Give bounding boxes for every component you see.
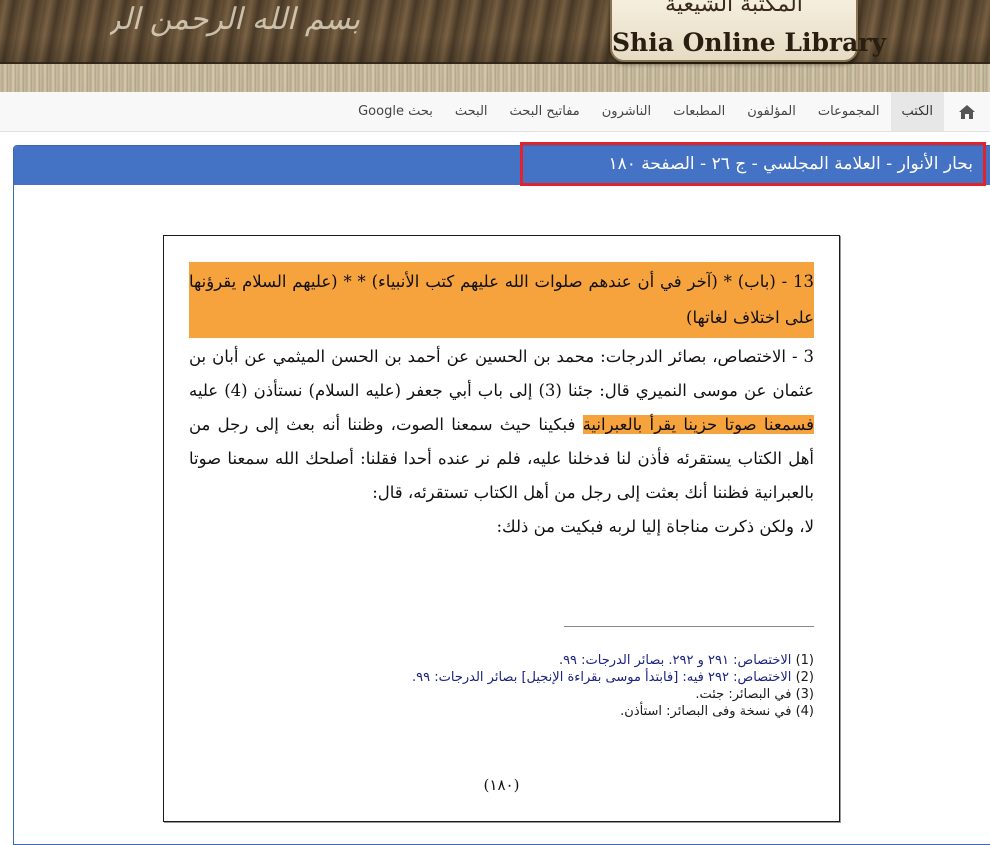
paragraph-text-before: 3 - الاختصاص، بصائر الدرجات: محمد بن الح…: [189, 347, 814, 400]
hadith-last-line: لا، ولكن ذكرت مناجاة إليا لربه فبكيت من …: [496, 517, 814, 536]
basmala-calligraphy: بسم الله الرحمن الرحيم: [110, 2, 360, 37]
nav-presses[interactable]: المطبعات: [662, 92, 736, 131]
home-link[interactable]: [944, 92, 990, 131]
page-number: (١٨٠): [483, 776, 520, 794]
home-icon: [959, 104, 975, 119]
logo-arabic-text: المكتبة الشيعية: [665, 0, 803, 17]
nav-publishers[interactable]: الناشرون: [591, 92, 662, 131]
chapter-title: 13 - (باب) * (آخر في أن عندهم صلوات الله…: [189, 262, 814, 338]
logo-english-text: Shia Online Library: [612, 28, 886, 57]
nav-search[interactable]: البحث: [444, 92, 499, 131]
nav-collections[interactable]: المجموعات: [807, 92, 891, 131]
hadith-paragraph: 3 - الاختصاص، بصائر الدرجات: محمد بن الح…: [189, 340, 814, 510]
footnote-item: (1) الاختصاص: ٢٩١ و ٢٩٢. بصائر الدرجات: …: [558, 653, 814, 668]
nav-google-search[interactable]: بحث Google: [347, 92, 444, 131]
footnotes: (1) الاختصاص: ٢٩١ و ٢٩٢. بصائر الدرجات: …: [189, 652, 814, 720]
banner-book-image: [0, 62, 990, 92]
main-navbar: الكتب المجموعات المؤلفون المطبعات الناشر…: [0, 92, 990, 132]
book-page: 13 - (باب) * (آخر في أن عندهم صلوات الله…: [163, 235, 840, 822]
footnote-item: (3) في البصائر: جئت.: [695, 687, 814, 702]
site-banner: بسم الله الرحمن الرحيم المكتبة الشيعية S…: [0, 0, 990, 92]
footnote-divider: [564, 626, 814, 627]
page-text: 13 - (باب) * (آخر في أن عندهم صلوات الله…: [189, 262, 814, 544]
site-logo[interactable]: المكتبة الشيعية Shia Online Library: [610, 0, 886, 62]
footnote-item: (4) في نسخة وفى البصائر: استأذن.: [620, 704, 814, 719]
highlighted-phrase: فسمعنا صوتا حزينا يقرأ بالعبرانية: [582, 415, 814, 434]
nav-search-keys[interactable]: مفاتيح البحث: [499, 92, 591, 131]
footnote-item: (2) الاختصاص: ٢٩٢ فيه: [فابتدأ موسى بقرا…: [412, 670, 814, 685]
nav-books[interactable]: الكتب: [890, 92, 944, 131]
page-title: بحار الأنوار - العلامة المجلسي - ج ٢٦ - …: [520, 142, 986, 186]
nav-authors[interactable]: المؤلفون: [736, 92, 807, 131]
